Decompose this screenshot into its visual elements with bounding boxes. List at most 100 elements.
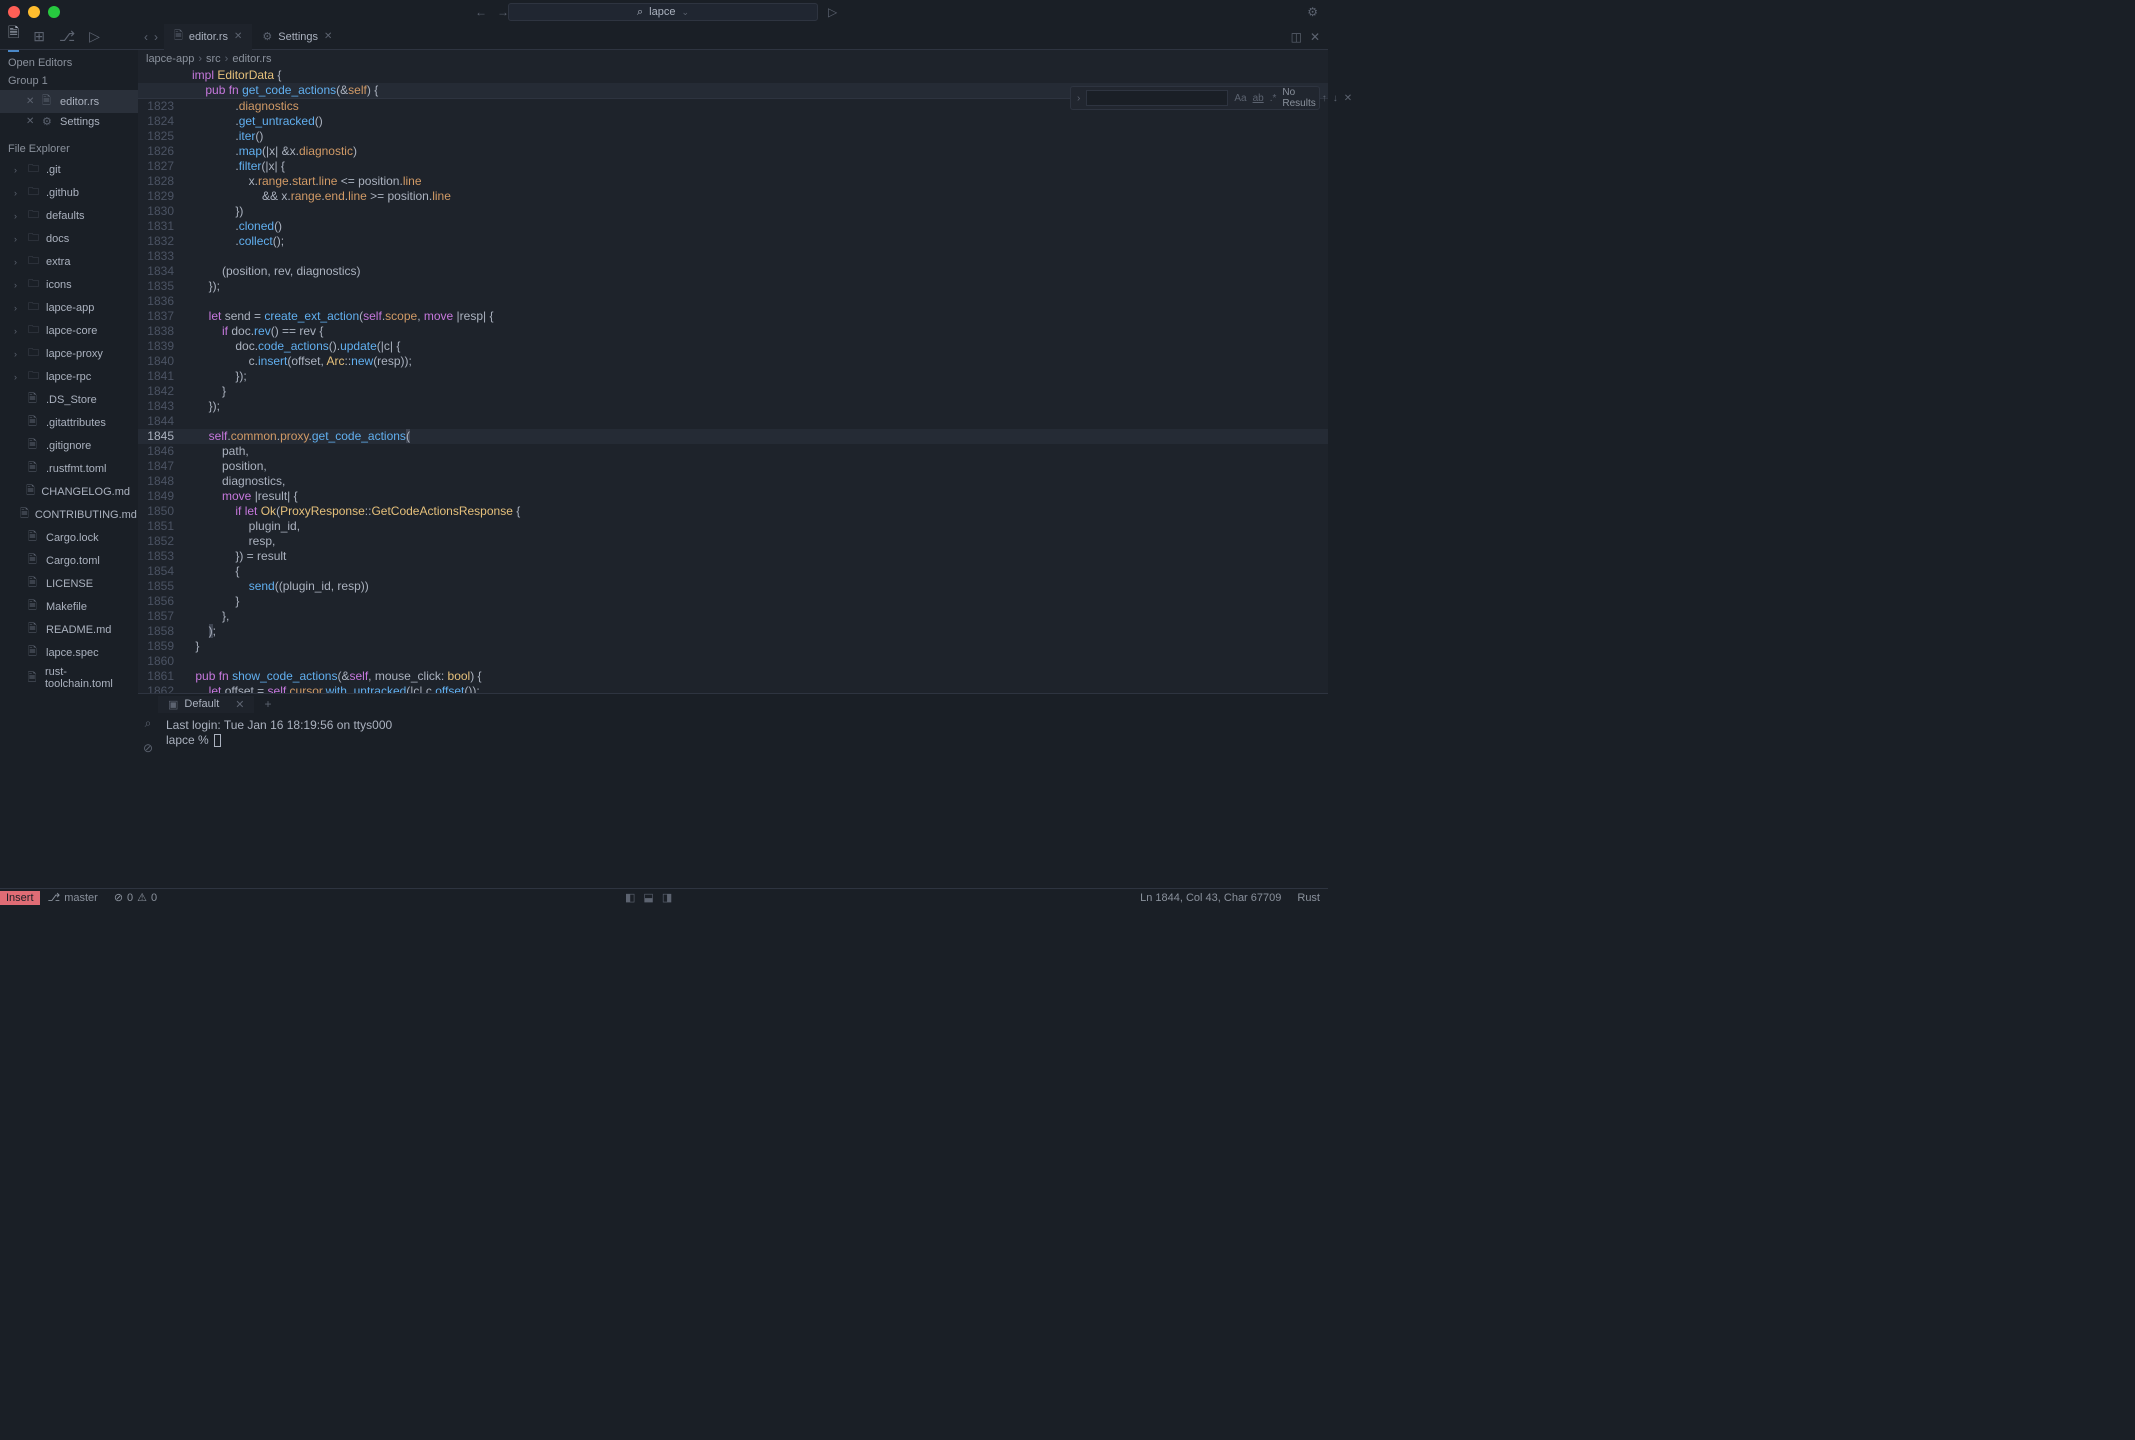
tab-close-icon[interactable]: ✕ xyxy=(234,31,242,42)
code-line[interactable]: 1825 .iter() xyxy=(138,129,1328,144)
open-editor-item[interactable]: ✕⚙Settings xyxy=(0,113,138,130)
panel-toggle-bottom-icon[interactable]: ⬓ xyxy=(643,891,653,904)
code-line[interactable]: 1861 pub fn show_code_actions(&self, mou… xyxy=(138,669,1328,684)
maximize-window[interactable] xyxy=(48,6,60,18)
file-item[interactable]: 🗎LICENSE xyxy=(0,572,138,595)
code-line[interactable]: 1849 move |result| { xyxy=(138,489,1328,504)
code-line[interactable]: 1858 ); xyxy=(138,624,1328,639)
split-icon[interactable]: ◫ xyxy=(1291,30,1302,44)
regex-icon[interactable]: .* xyxy=(1270,93,1277,104)
code-line[interactable]: 1846 path, xyxy=(138,444,1328,459)
find-prev-icon[interactable]: ↑ xyxy=(1322,93,1327,104)
tab-next[interactable]: › xyxy=(154,30,158,44)
code-line[interactable]: 1837 let send = create_ext_action(self.s… xyxy=(138,309,1328,324)
plugins-icon[interactable]: ⊞ xyxy=(33,28,45,45)
panel-toggle-right-icon[interactable]: ◨ xyxy=(662,891,672,904)
folder-item[interactable]: ›🗀extra xyxy=(0,250,138,273)
folder-item[interactable]: ›🗀lapce-core xyxy=(0,319,138,342)
file-item[interactable]: 🗎rust-toolchain.toml xyxy=(0,664,138,692)
file-item[interactable]: 🗎CHANGELOG.md xyxy=(0,480,138,503)
git-branch-icon[interactable]: ⎇ xyxy=(59,28,75,45)
tab-prev[interactable]: ‹ xyxy=(144,30,148,44)
code-line[interactable]: 1856 } xyxy=(138,594,1328,609)
breadcrumb-seg[interactable]: editor.rs xyxy=(232,53,271,65)
find-close-icon[interactable]: ✕ xyxy=(1344,93,1352,104)
explorer-icon[interactable]: 🗎 xyxy=(8,22,19,52)
breadcrumb-seg[interactable]: lapce-app xyxy=(146,53,194,65)
code-line[interactable]: 1833 xyxy=(138,249,1328,264)
file-item[interactable]: 🗎.rustfmt.toml xyxy=(0,457,138,480)
breadcrumb-seg[interactable]: src xyxy=(206,53,221,65)
language[interactable]: Rust xyxy=(1289,892,1328,904)
whole-word-icon[interactable]: ab xyxy=(1253,93,1264,104)
folder-item[interactable]: ›🗀lapce-rpc xyxy=(0,365,138,388)
code-line[interactable]: 1859 } xyxy=(138,639,1328,654)
close-icon[interactable]: ✕ xyxy=(26,116,36,127)
code-line[interactable]: 1838 if doc.rev() == rev { xyxy=(138,324,1328,339)
diagnostics[interactable]: ⊘0 ⚠0 xyxy=(106,891,165,904)
code-line[interactable]: 1853 }) = result xyxy=(138,549,1328,564)
folder-item[interactable]: ›🗀defaults xyxy=(0,204,138,227)
code-line[interactable]: 1844 xyxy=(138,414,1328,429)
code-line[interactable]: 1850 if let Ok(ProxyResponse::GetCodeAct… xyxy=(138,504,1328,519)
code-line[interactable]: 1832 .collect(); xyxy=(138,234,1328,249)
code-line[interactable]: 1848 diagnostics, xyxy=(138,474,1328,489)
terminal-tab-close[interactable]: ✕ xyxy=(235,698,244,711)
close-window[interactable] xyxy=(8,6,20,18)
run-button[interactable]: ▷ xyxy=(828,5,837,19)
terminal-tab[interactable]: ▣ Default ✕ xyxy=(158,696,254,713)
code-line[interactable]: 1834 (position, rev, diagnostics) xyxy=(138,264,1328,279)
code-line[interactable]: 1847 position, xyxy=(138,459,1328,474)
code-line[interactable]: 1835 }); xyxy=(138,279,1328,294)
find-expand-icon[interactable]: › xyxy=(1077,93,1080,104)
terminal-content[interactable]: Last login: Tue Jan 16 18:19:56 on ttys0… xyxy=(158,714,1328,888)
code-line[interactable]: 1836 xyxy=(138,294,1328,309)
back-button[interactable]: ← xyxy=(475,5,487,19)
terminal-search-icon[interactable]: ⌕ xyxy=(145,716,152,731)
minimize-window[interactable] xyxy=(28,6,40,18)
code-line[interactable]: 1842 } xyxy=(138,384,1328,399)
case-sensitive-icon[interactable]: Aa xyxy=(1234,93,1246,104)
file-item[interactable]: 🗎README.md xyxy=(0,618,138,641)
code-line[interactable]: 1860 xyxy=(138,654,1328,669)
code-line[interactable]: 1831 .cloned() xyxy=(138,219,1328,234)
open-editor-item[interactable]: ✕🗎editor.rs xyxy=(0,90,138,113)
code-line[interactable]: 1841 }); xyxy=(138,369,1328,384)
code-line[interactable]: 1845 self.common.proxy.get_code_actions( xyxy=(138,429,1328,444)
panel-toggle-left-icon[interactable]: ◧ xyxy=(625,891,635,904)
close-all-icon[interactable]: ✕ xyxy=(1310,30,1320,44)
breadcrumb[interactable]: lapce-app› src› editor.rs xyxy=(138,50,1328,68)
file-item[interactable]: 🗎lapce.spec xyxy=(0,641,138,664)
folder-item[interactable]: ›🗀docs xyxy=(0,227,138,250)
code-line[interactable]: 1824 .get_untracked() xyxy=(138,114,1328,129)
folder-item[interactable]: ›🗀lapce-app xyxy=(0,296,138,319)
code-editor[interactable]: 1823 .diagnostics1824 .get_untracked()18… xyxy=(138,99,1328,693)
close-icon[interactable]: ✕ xyxy=(26,96,36,107)
editor-tab[interactable]: ⚙Settings✕ xyxy=(252,24,342,50)
code-line[interactable]: 1851 plugin_id, xyxy=(138,519,1328,534)
file-item[interactable]: 🗎.gitignore xyxy=(0,434,138,457)
code-line[interactable]: 1843 }); xyxy=(138,399,1328,414)
folder-item[interactable]: ›🗀icons xyxy=(0,273,138,296)
command-search[interactable]: ⌕ lapce ⌄ xyxy=(508,3,818,21)
find-next-icon[interactable]: ↓ xyxy=(1333,93,1338,104)
folder-item[interactable]: ›🗀lapce-proxy xyxy=(0,342,138,365)
file-item[interactable]: 🗎Makefile xyxy=(0,595,138,618)
git-branch[interactable]: ⎇ master xyxy=(40,891,106,904)
code-line[interactable]: 1862 let offset = self.cursor.with_untra… xyxy=(138,684,1328,693)
file-item[interactable]: 🗎.gitattributes xyxy=(0,411,138,434)
code-line[interactable]: 1855 send((plugin_id, resp)) xyxy=(138,579,1328,594)
find-input[interactable] xyxy=(1086,90,1228,106)
folder-item[interactable]: ›🗀.git xyxy=(0,158,138,181)
terminal-stop-icon[interactable]: ⊘ xyxy=(143,741,153,755)
terminal-new-tab[interactable]: + xyxy=(256,697,279,711)
file-item[interactable]: 🗎.DS_Store xyxy=(0,388,138,411)
file-item[interactable]: 🗎Cargo.lock xyxy=(0,526,138,549)
file-item[interactable]: 🗎CONTRIBUTING.md xyxy=(0,503,138,526)
code-line[interactable]: 1839 doc.code_actions().update(|c| { xyxy=(138,339,1328,354)
code-line[interactable]: 1830 }) xyxy=(138,204,1328,219)
code-line[interactable]: 1829 && x.range.end.line >= position.lin… xyxy=(138,189,1328,204)
code-line[interactable]: 1852 resp, xyxy=(138,534,1328,549)
code-line[interactable]: 1827 .filter(|x| { xyxy=(138,159,1328,174)
debug-icon[interactable]: ▷ xyxy=(89,28,100,45)
